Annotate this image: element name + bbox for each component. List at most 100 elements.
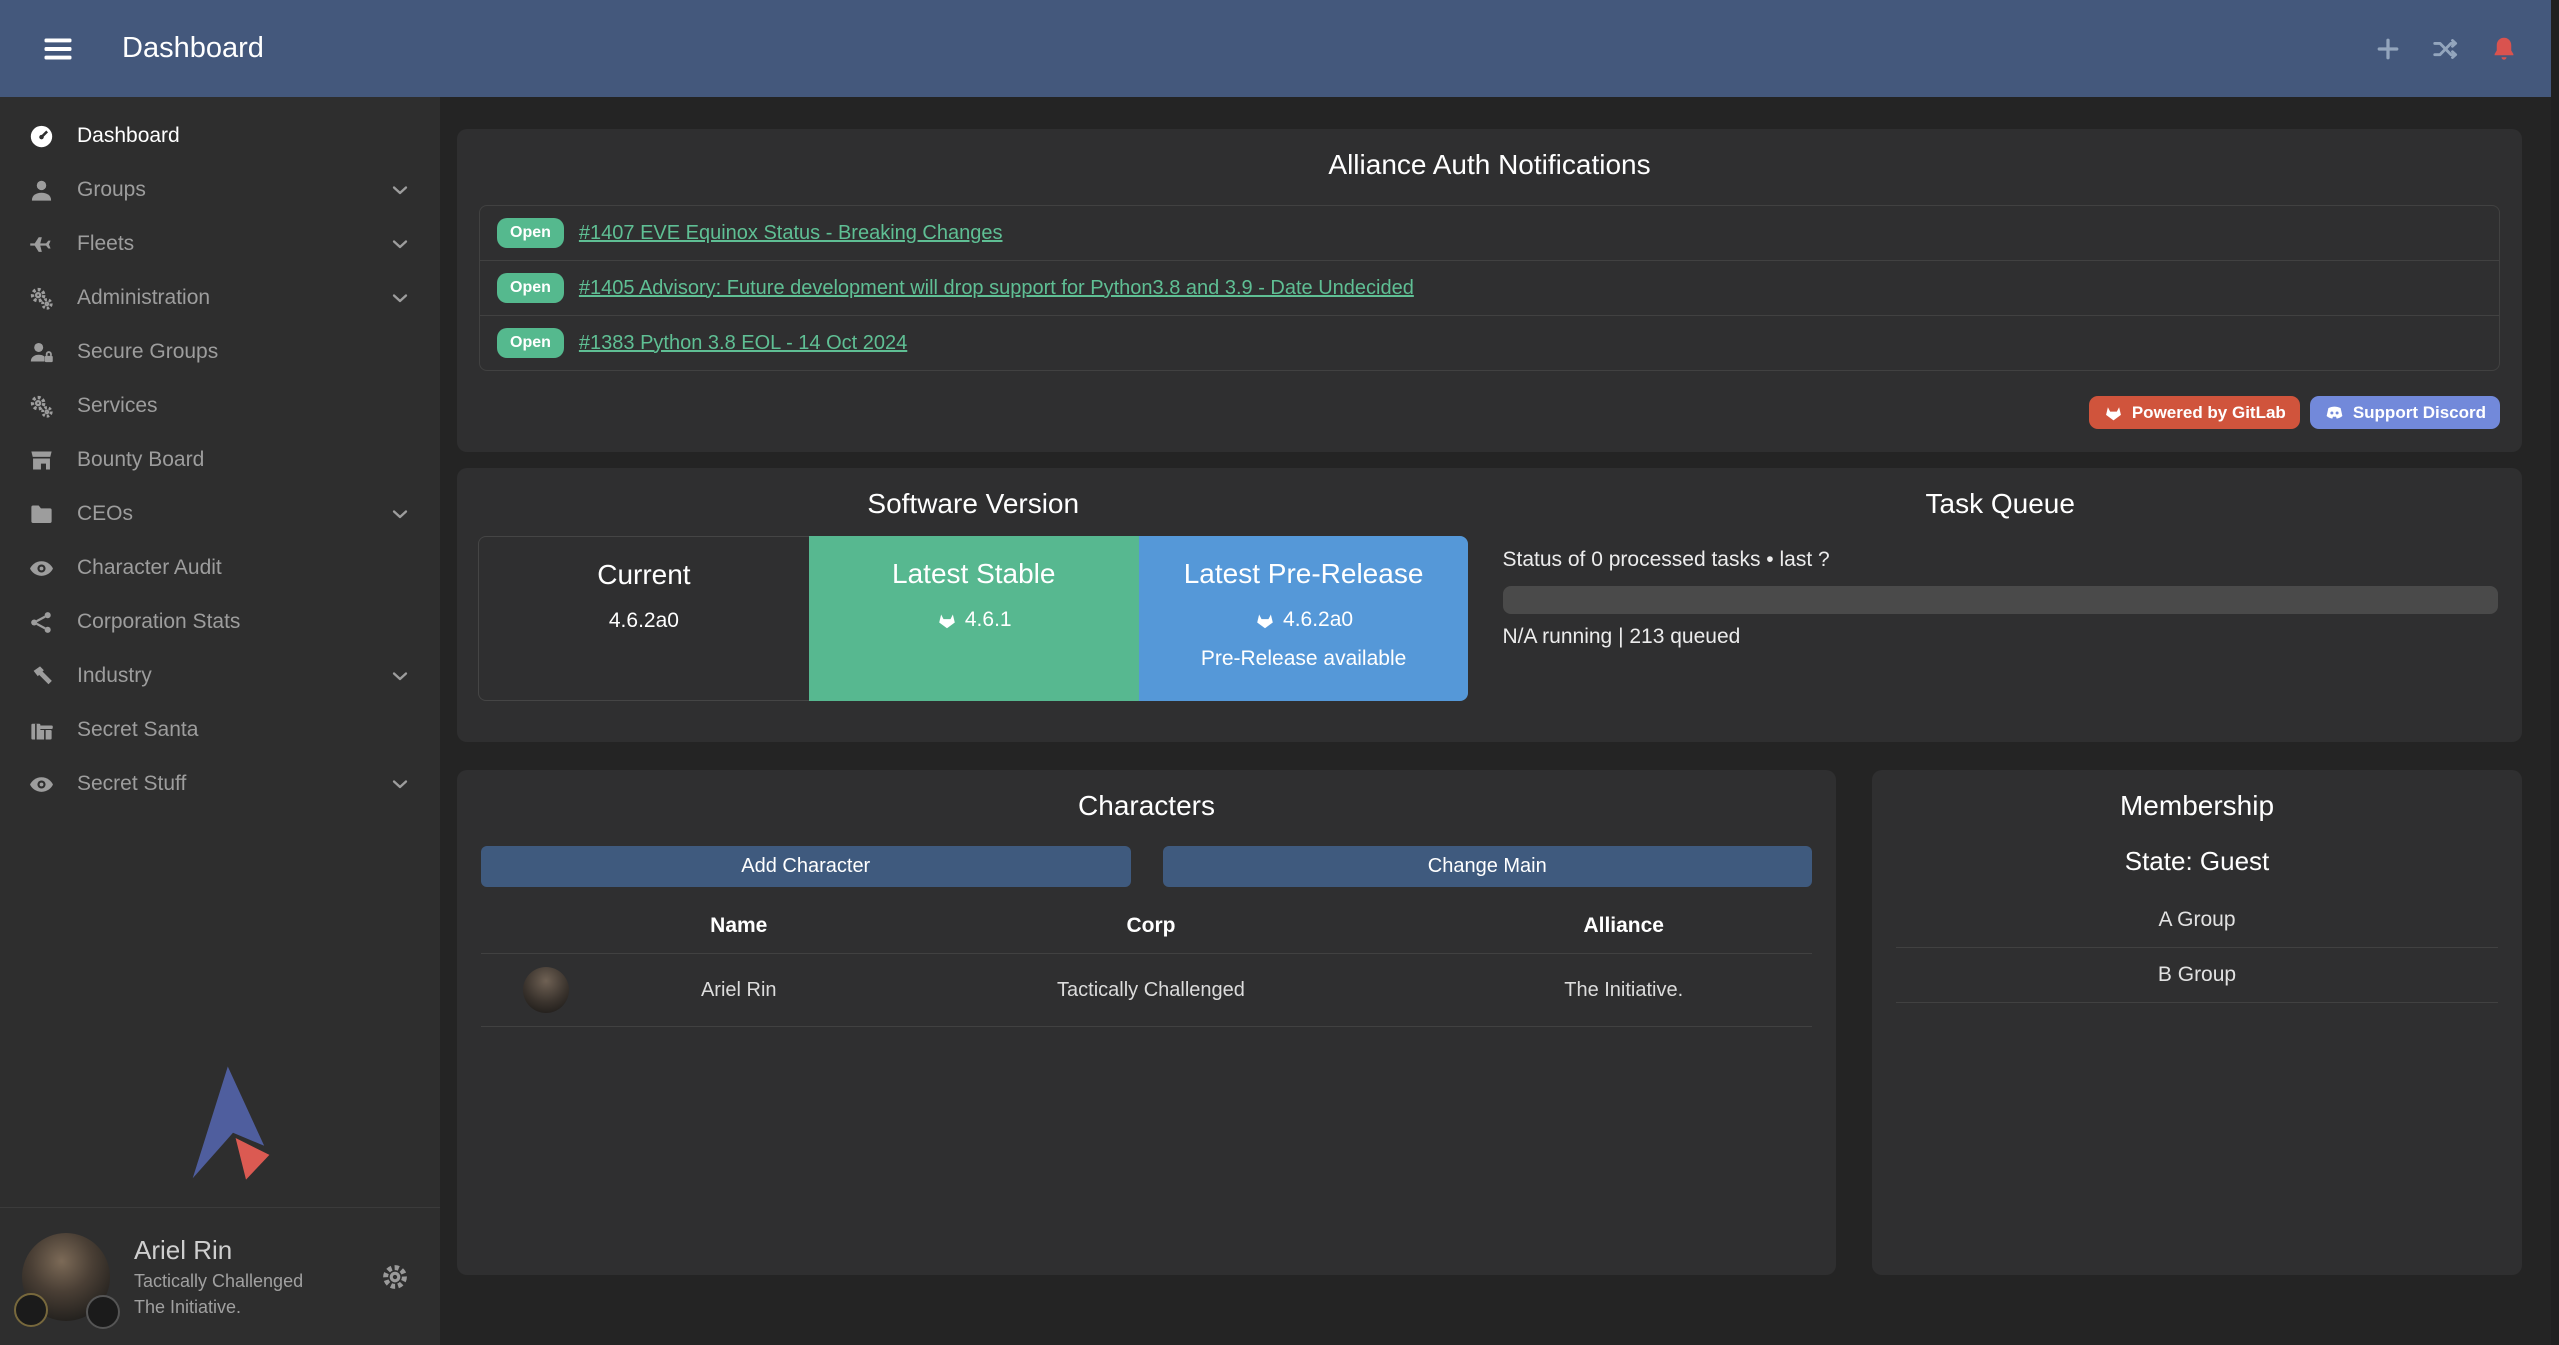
latest-prerelease-card: Latest Pre-Release 4.6.2a0 Pre-Release a… bbox=[1139, 536, 1469, 701]
status-panel: Software Version Current 4.6.2a0 Latest … bbox=[457, 468, 2522, 742]
software-version-section: Software Version Current 4.6.2a0 Latest … bbox=[457, 488, 1490, 722]
membership-state: State: Guest bbox=[1896, 846, 2498, 877]
chevron-down-icon bbox=[388, 178, 412, 202]
add-icon[interactable] bbox=[2373, 34, 2403, 64]
hammer-icon bbox=[28, 663, 55, 690]
notifications-title: Alliance Auth Notifications bbox=[479, 149, 2500, 181]
column-header-alliance: Alliance bbox=[1435, 899, 1812, 954]
discord-icon bbox=[2324, 402, 2345, 423]
alliance-auth-logo bbox=[0, 1060, 440, 1190]
character-corp: Tactically Challenged bbox=[867, 954, 1436, 1027]
user-alliance: The Initiative. bbox=[134, 1297, 303, 1318]
chevron-down-icon bbox=[388, 502, 412, 526]
sidebar-item-dashboard[interactable]: Dashboard bbox=[0, 109, 440, 163]
sidebar-item-industry[interactable]: Industry bbox=[0, 649, 440, 703]
card-label: Latest Pre-Release bbox=[1139, 558, 1469, 590]
character-alliance: The Initiative. bbox=[1435, 954, 1812, 1027]
membership-title: Membership bbox=[1896, 790, 2498, 822]
version-value: 4.6.2a0 bbox=[609, 609, 679, 633]
change-main-button[interactable]: Change Main bbox=[1163, 846, 1813, 887]
notification-link[interactable]: #1407 EVE Equinox Status - Breaking Chan… bbox=[579, 222, 1003, 245]
sidebar-item-fleets[interactable]: Fleets bbox=[0, 217, 440, 271]
sidebar-item-label: Secret Santa bbox=[77, 718, 198, 742]
user-settings-gear-icon[interactable] bbox=[380, 1262, 410, 1292]
task-progress-bar bbox=[1503, 586, 2499, 614]
sidebar-item-label: Corporation Stats bbox=[77, 610, 240, 634]
prerelease-note: Pre-Release available bbox=[1139, 647, 1469, 671]
topbar: Dashboard bbox=[0, 0, 2559, 97]
sidebar: Dashboard Groups Fleets Administration S… bbox=[0, 97, 440, 1345]
task-queue-summary: N/A running | 213 queued bbox=[1503, 625, 2499, 649]
characters-panel: Characters Add Character Change Main Nam… bbox=[457, 770, 1836, 1275]
user-lock-icon bbox=[28, 339, 55, 366]
shuffle-icon[interactable] bbox=[2431, 34, 2461, 64]
table-row: Ariel Rin Tactically Challenged The Init… bbox=[481, 954, 1812, 1027]
software-version-title: Software Version bbox=[478, 488, 1469, 520]
sidebar-item-label: Character Audit bbox=[77, 556, 222, 580]
status-badge: Open bbox=[497, 218, 564, 248]
chevron-down-icon bbox=[388, 286, 412, 310]
list-item: B Group bbox=[1896, 948, 2498, 1003]
list-item: A Group bbox=[1896, 893, 2498, 948]
list-item: Open #1383 Python 3.8 EOL - 14 Oct 2024 bbox=[480, 315, 2499, 370]
gift-icon bbox=[28, 717, 55, 744]
membership-panel: Membership State: Guest A Group B Group bbox=[1872, 770, 2522, 1275]
menu-toggle-icon[interactable] bbox=[40, 31, 76, 67]
user-icon bbox=[28, 177, 55, 204]
card-label: Current bbox=[479, 559, 809, 591]
sidebar-item-secret-santa[interactable]: Secret Santa bbox=[0, 703, 440, 757]
gitlab-icon bbox=[936, 609, 958, 631]
add-character-button[interactable]: Add Character bbox=[481, 846, 1131, 887]
chevron-down-icon bbox=[388, 232, 412, 256]
notification-link[interactable]: #1405 Advisory: Future development will … bbox=[579, 277, 1414, 300]
notifications-list: Open #1407 EVE Equinox Status - Breaking… bbox=[479, 205, 2500, 371]
main-content: Alliance Auth Notifications Open #1407 E… bbox=[440, 97, 2559, 1345]
folder-icon bbox=[28, 501, 55, 528]
eye-icon bbox=[28, 555, 55, 582]
sidebar-item-administration[interactable]: Administration bbox=[0, 271, 440, 325]
badge-label: Support Discord bbox=[2353, 403, 2486, 423]
page-title: Dashboard bbox=[122, 32, 264, 65]
gitlab-icon bbox=[2103, 402, 2124, 423]
corp-logo-badge bbox=[14, 1293, 48, 1327]
user-avatar bbox=[22, 1233, 110, 1321]
scrollbar[interactable] bbox=[2551, 0, 2559, 1345]
sidebar-item-ceos[interactable]: CEOs bbox=[0, 487, 440, 541]
sidebar-item-label: Fleets bbox=[77, 232, 134, 256]
sidebar-item-label: Groups bbox=[77, 178, 146, 202]
status-badge: Open bbox=[497, 273, 564, 303]
task-queue-status: Status of 0 processed tasks • last ? bbox=[1503, 548, 2499, 572]
sidebar-item-bounty-board[interactable]: Bounty Board bbox=[0, 433, 440, 487]
topbar-actions bbox=[2373, 34, 2519, 64]
user-corp: Tactically Challenged bbox=[134, 1271, 303, 1292]
chevron-down-icon bbox=[388, 772, 412, 796]
sidebar-item-services[interactable]: Services bbox=[0, 379, 440, 433]
gears-icon bbox=[28, 393, 55, 420]
badge-label: Powered by GitLab bbox=[2132, 403, 2286, 423]
task-queue-title: Task Queue bbox=[1503, 488, 2499, 520]
list-item: Open #1407 EVE Equinox Status - Breaking… bbox=[480, 206, 2499, 260]
gears-icon bbox=[28, 285, 55, 312]
notifications-bell-icon[interactable] bbox=[2489, 34, 2519, 64]
column-header-name: Name bbox=[611, 899, 867, 954]
powered-by-gitlab-badge[interactable]: Powered by GitLab bbox=[2089, 396, 2300, 429]
notification-link[interactable]: #1383 Python 3.8 EOL - 14 Oct 2024 bbox=[579, 332, 907, 355]
user-name: Ariel Rin bbox=[134, 1235, 303, 1266]
sidebar-item-character-audit[interactable]: Character Audit bbox=[0, 541, 440, 595]
sidebar-item-label: Secure Groups bbox=[77, 340, 218, 364]
status-badge: Open bbox=[497, 328, 564, 358]
gitlab-icon bbox=[1254, 609, 1276, 631]
sidebar-item-groups[interactable]: Groups bbox=[0, 163, 440, 217]
current-version-card: Current 4.6.2a0 bbox=[478, 536, 809, 701]
group-list: A Group B Group bbox=[1896, 893, 2498, 1003]
sidebar-item-secure-groups[interactable]: Secure Groups bbox=[0, 325, 440, 379]
sidebar-nav: Dashboard Groups Fleets Administration S… bbox=[0, 97, 440, 811]
sidebar-item-secret-stuff[interactable]: Secret Stuff bbox=[0, 757, 440, 811]
sidebar-item-corporation-stats[interactable]: Corporation Stats bbox=[0, 595, 440, 649]
chevron-down-icon bbox=[388, 664, 412, 688]
sidebar-item-label: Services bbox=[77, 394, 158, 418]
character-portrait bbox=[523, 967, 569, 1013]
latest-stable-card: Latest Stable 4.6.1 bbox=[809, 536, 1139, 701]
sidebar-item-label: Secret Stuff bbox=[77, 772, 186, 796]
support-discord-badge[interactable]: Support Discord bbox=[2310, 396, 2500, 429]
